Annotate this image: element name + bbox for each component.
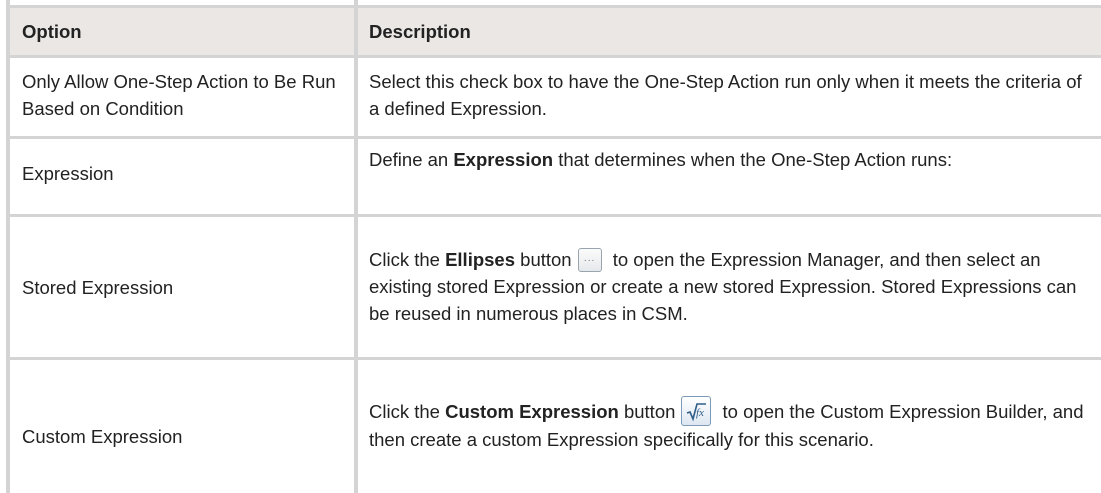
svg-text:fx: fx — [696, 407, 704, 419]
table-header-row — [10, 7, 1101, 55]
custom-expression-fx-icon: fx — [681, 396, 712, 426]
table-column-divider — [354, 0, 358, 493]
column-header-option: Option — [22, 21, 82, 42]
description-cell-expression: Define an Expression that determines whe… — [369, 149, 953, 170]
description-cell-stored-expression: Click the Ellipses button... to open the… — [369, 248, 1077, 324]
options-table: Option Description Only Allow One-Step A… — [0, 0, 1101, 493]
row-divider — [8, 55, 1101, 58]
row-divider — [8, 136, 1101, 139]
row-divider — [8, 214, 1101, 217]
table-border-top — [8, 5, 1101, 8]
description-cell-custom-expression: Click the Custom Expression button fx to … — [369, 396, 1089, 453]
option-cell-expression: Expression — [22, 163, 114, 184]
option-cell-only-allow: Only Allow One-Step Action to Be Run Bas… — [22, 71, 336, 119]
option-cell-custom-expression: Custom Expression — [22, 426, 183, 447]
ellipses-button-icon: ... — [577, 248, 602, 272]
row-divider — [8, 357, 1101, 360]
table-border-left — [6, 0, 10, 493]
column-header-description: Description — [369, 21, 471, 42]
description-cell-only-allow: Select this check box to have the One-St… — [369, 71, 1082, 119]
option-cell-stored-expression: Stored Expression — [22, 277, 174, 298]
